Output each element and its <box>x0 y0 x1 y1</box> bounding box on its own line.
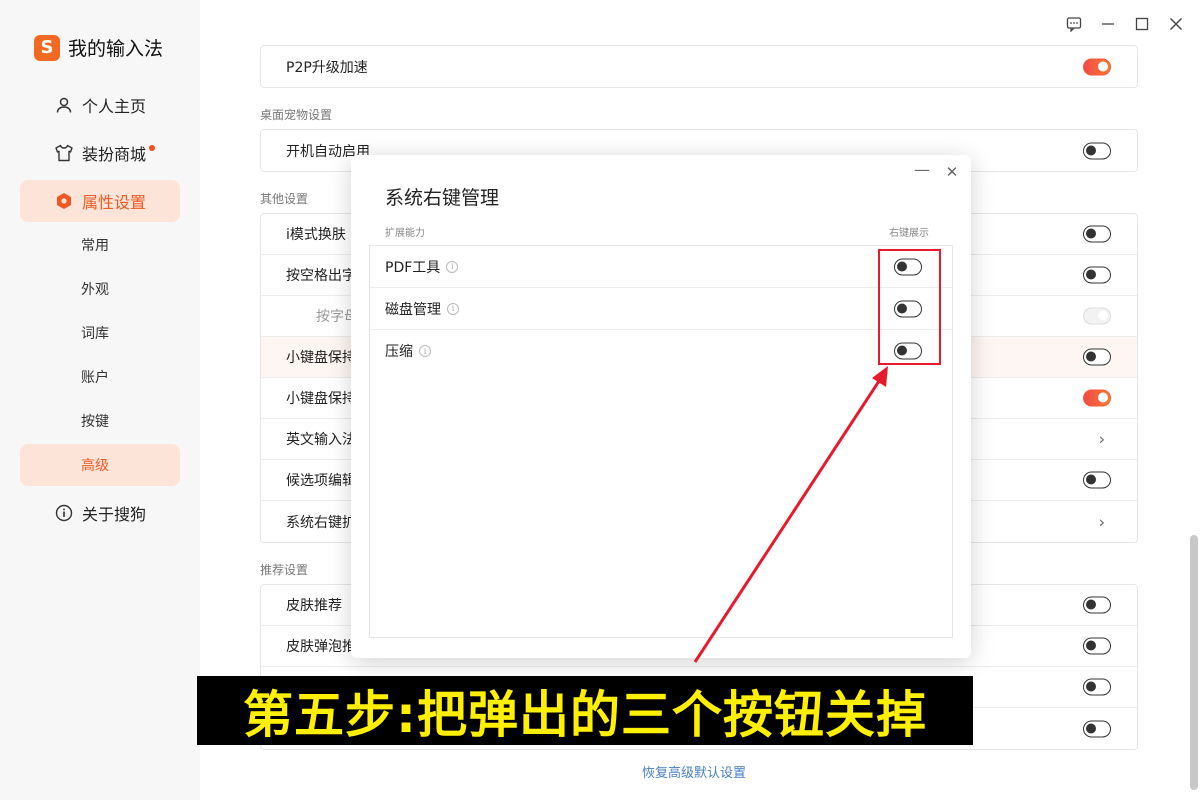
caption-text: 第五步:把弹出的三个按钮关掉 <box>243 685 927 744</box>
scrollbar-thumb[interactable] <box>1190 535 1198 790</box>
sidebar-subitem-advanced[interactable]: 高级 <box>20 444 180 486</box>
sidebar-item-about[interactable]: 关于搜狗 <box>20 492 180 534</box>
numpad-keep-2-toggle[interactable] <box>1083 389 1111 407</box>
context-menu-dialog: 系统右键管理 — ✕ 扩展能力 右键展示 PDF工具 i 磁盘管理 i 压缩 i <box>351 155 971 658</box>
skin-bubble-toggle[interactable] <box>1083 637 1111 655</box>
brand: S 我的输入法 <box>34 34 163 61</box>
sidebar-item-settings[interactable]: 属性设置 <box>20 180 180 222</box>
sidebar-item-store[interactable]: 装扮商城 <box>20 132 180 174</box>
column-header-capability: 扩展能力 <box>385 228 425 239</box>
restore-defaults-link[interactable]: 恢复高级默认设置 <box>642 762 746 781</box>
info-icon[interactable]: i <box>446 260 459 273</box>
column-header-show: 右键展示 <box>889 228 929 239</box>
setting-label: 皮肤弹泡推 <box>286 639 356 655</box>
settings-card-p2p: P2P升级加速 <box>260 45 1138 88</box>
sidebar-subitem-dictionary[interactable]: 词库 <box>20 312 180 354</box>
dialog-minimize-icon[interactable]: — <box>913 162 931 181</box>
info-icon[interactable]: i <box>447 302 459 315</box>
sogou-logo-icon: S <box>34 34 60 61</box>
tutorial-caption: 第五步:把弹出的三个按钮关掉 <box>197 676 973 745</box>
setting-label: 小键盘保持 <box>286 350 356 366</box>
sidebar-subitem-appearance[interactable]: 外观 <box>20 268 180 310</box>
dialog-title: 系统右键管理 <box>385 187 500 209</box>
space-output-toggle[interactable] <box>1083 266 1111 284</box>
section-title-pet: 桌面宠物设置 <box>260 108 333 122</box>
setting-label: P2P升级加速 <box>286 59 368 76</box>
letter-output-toggle[interactable] <box>1083 307 1111 325</box>
dialog-row: 磁盘管理 i <box>370 288 952 330</box>
p2p-toggle[interactable] <box>1083 58 1111 75</box>
dialog-row-label: 压缩 <box>385 344 413 360</box>
person-icon <box>54 95 74 115</box>
sidebar-item-label: 属性设置 <box>82 193 147 212</box>
dialog-close-icon[interactable]: ✕ <box>943 163 961 181</box>
chevron-right-icon[interactable]: › <box>1099 512 1105 531</box>
hexagon-settings-icon <box>54 191 74 211</box>
sidebar: S 我的输入法 个人主页 装扮商城 属性设置 常用 外观 词库 账户 按键 高级… <box>0 0 200 800</box>
sidebar-item-profile[interactable]: 个人主页 <box>20 84 180 126</box>
setting-label: 小键盘保持 <box>286 391 356 407</box>
sidebar-item-label: 关于搜狗 <box>82 505 147 524</box>
info-icon <box>54 503 74 523</box>
info-icon[interactable]: i <box>419 345 431 357</box>
setting-label: 按空格出字 <box>286 268 356 284</box>
chevron-right-icon[interactable]: › <box>1099 430 1105 449</box>
setting-label: 英文输入法 <box>286 432 356 448</box>
sidebar-item-label: 个人主页 <box>82 97 147 116</box>
setting-row: P2P升级加速 <box>261 46 1137 87</box>
sidebar-item-label: 装扮商城 <box>82 145 147 164</box>
sidebar-subitem-keys[interactable]: 按键 <box>20 400 180 442</box>
dialog-row: PDF工具 i <box>370 246 952 288</box>
recommend-toggle-3[interactable] <box>1083 678 1111 696</box>
i-mode-skin-toggle[interactable] <box>1083 225 1111 243</box>
close-icon[interactable] <box>1164 12 1188 36</box>
section-title-recommend: 推荐设置 <box>260 563 309 577</box>
candidate-edit-toggle[interactable] <box>1083 471 1111 489</box>
annotation-highlight-box <box>878 249 941 365</box>
setting-label: i模式换肤 <box>286 227 346 243</box>
dialog-row: 压缩 i <box>370 330 952 372</box>
numpad-keep-toggle[interactable] <box>1083 348 1111 366</box>
dialog-row-label: PDF工具 <box>385 259 441 276</box>
sidebar-subitem-account[interactable]: 账户 <box>20 356 180 398</box>
setting-label: 皮肤推荐 <box>286 598 342 614</box>
notification-dot <box>149 145 156 151</box>
dialog-row-label: 磁盘管理 <box>385 301 441 318</box>
setting-label: 系统右键扩 <box>286 514 356 531</box>
dialog-table: PDF工具 i 磁盘管理 i 压缩 i <box>369 245 953 638</box>
app-title: 我的输入法 <box>68 38 164 60</box>
section-title-other: 其他设置 <box>260 192 309 206</box>
setting-label: 候选项编辑 <box>286 473 356 489</box>
skin-recommend-toggle[interactable] <box>1083 596 1111 614</box>
recommend-toggle-4[interactable] <box>1083 720 1111 737</box>
pet-autostart-toggle[interactable] <box>1083 142 1111 159</box>
sidebar-subitem-common[interactable]: 常用 <box>20 224 180 266</box>
shirt-icon <box>54 143 74 163</box>
